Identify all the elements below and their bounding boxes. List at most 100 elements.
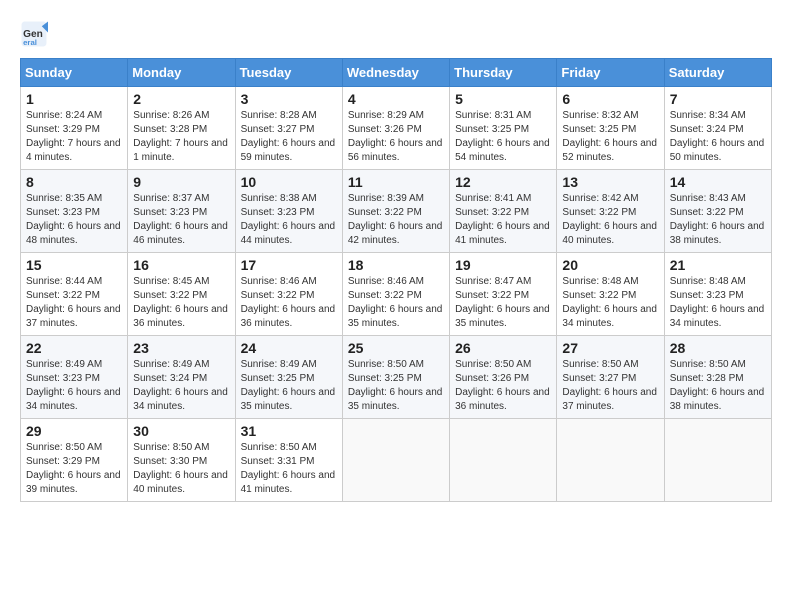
- day-number: 15: [26, 257, 122, 273]
- day-number: 1: [26, 91, 122, 107]
- day-detail: Sunrise: 8:49 AMSunset: 3:24 PMDaylight:…: [133, 358, 229, 414]
- day-number: 7: [670, 91, 766, 107]
- calendar-cell: 22 Sunrise: 8:49 AMSunset: 3:23 PMDayligh…: [21, 336, 128, 419]
- header-saturday: Saturday: [664, 59, 771, 87]
- day-detail: Sunrise: 8:42 AMSunset: 3:22 PMDaylight:…: [562, 192, 658, 248]
- day-detail: Sunrise: 8:49 AMSunset: 3:23 PMDaylight:…: [26, 358, 122, 414]
- calendar-cell: [450, 419, 557, 502]
- day-detail: Sunrise: 8:50 AMSunset: 3:26 PMDaylight:…: [455, 358, 551, 414]
- day-detail: Sunrise: 8:50 AMSunset: 3:28 PMDaylight:…: [670, 358, 766, 414]
- day-number: 8: [26, 174, 122, 190]
- day-detail: Sunrise: 8:39 AMSunset: 3:22 PMDaylight:…: [348, 192, 444, 248]
- calendar-cell: 13 Sunrise: 8:42 AMSunset: 3:22 PMDayligh…: [557, 170, 664, 253]
- day-number: 5: [455, 91, 551, 107]
- day-number: 23: [133, 340, 229, 356]
- day-detail: Sunrise: 8:44 AMSunset: 3:22 PMDaylight:…: [26, 275, 122, 331]
- day-detail: Sunrise: 8:31 AMSunset: 3:25 PMDaylight:…: [455, 109, 551, 165]
- day-number: 17: [241, 257, 337, 273]
- day-number: 21: [670, 257, 766, 273]
- day-number: 6: [562, 91, 658, 107]
- day-number: 10: [241, 174, 337, 190]
- day-detail: Sunrise: 8:43 AMSunset: 3:22 PMDaylight:…: [670, 192, 766, 248]
- day-number: 13: [562, 174, 658, 190]
- day-number: 9: [133, 174, 229, 190]
- calendar-cell: 26 Sunrise: 8:50 AMSunset: 3:26 PMDayligh…: [450, 336, 557, 419]
- calendar-cell: 3 Sunrise: 8:28 AMSunset: 3:27 PMDaylight…: [235, 87, 342, 170]
- calendar-cell: 20Sunrise: 8:48 AMSunset: 3:22 PMDayligh…: [557, 253, 664, 336]
- day-number: 29: [26, 423, 122, 439]
- calendar-cell: 28 Sunrise: 8:50 AMSunset: 3:28 PMDayligh…: [664, 336, 771, 419]
- day-detail: Sunrise: 8:37 AMSunset: 3:23 PMDaylight:…: [133, 192, 229, 248]
- week-row-3: 15 Sunrise: 8:44 AMSunset: 3:22 PMDayligh…: [21, 253, 772, 336]
- calendar-cell: 21Sunrise: 8:48 AMSunset: 3:23 PMDayligh…: [664, 253, 771, 336]
- day-detail: Sunrise: 8:50 AMSunset: 3:31 PMDaylight:…: [241, 441, 337, 497]
- day-detail: Sunrise: 8:50 AMSunset: 3:27 PMDaylight:…: [562, 358, 658, 414]
- calendar-cell: 25 Sunrise: 8:50 AMSunset: 3:25 PMDayligh…: [342, 336, 449, 419]
- day-detail: Sunrise: 8:35 AMSunset: 3:23 PMDaylight:…: [26, 192, 122, 248]
- day-number: 30: [133, 423, 229, 439]
- calendar-cell: 5 Sunrise: 8:31 AMSunset: 3:25 PMDaylight…: [450, 87, 557, 170]
- day-number: 26: [455, 340, 551, 356]
- day-detail: Sunrise: 8:38 AMSunset: 3:23 PMDaylight:…: [241, 192, 337, 248]
- day-detail: Sunrise: 8:46 AMSunset: 3:22 PMDaylight:…: [348, 275, 444, 331]
- day-detail: Sunrise: 8:50 AMSunset: 3:25 PMDaylight:…: [348, 358, 444, 414]
- header-sunday: Sunday: [21, 59, 128, 87]
- day-number: 22: [26, 340, 122, 356]
- header-wednesday: Wednesday: [342, 59, 449, 87]
- calendar-cell: 14 Sunrise: 8:43 AMSunset: 3:22 PMDayligh…: [664, 170, 771, 253]
- day-number: 31: [241, 423, 337, 439]
- calendar-cell: 12 Sunrise: 8:41 AMSunset: 3:22 PMDayligh…: [450, 170, 557, 253]
- logo-icon: Gen eral: [20, 20, 48, 48]
- week-row-5: 29Sunrise: 8:50 AMSunset: 3:29 PMDayligh…: [21, 419, 772, 502]
- day-number: 18: [348, 257, 444, 273]
- calendar-cell: 15 Sunrise: 8:44 AMSunset: 3:22 PMDayligh…: [21, 253, 128, 336]
- calendar-cell: [342, 419, 449, 502]
- day-detail: Sunrise: 8:47 AMSunset: 3:22 PMDaylight:…: [455, 275, 551, 331]
- calendar-cell: 10 Sunrise: 8:38 AMSunset: 3:23 PMDayligh…: [235, 170, 342, 253]
- calendar-cell: 9 Sunrise: 8:37 AMSunset: 3:23 PMDaylight…: [128, 170, 235, 253]
- page-header: Gen eral: [20, 20, 772, 48]
- day-number: 12: [455, 174, 551, 190]
- day-number: 2: [133, 91, 229, 107]
- calendar-cell: 30Sunrise: 8:50 AMSunset: 3:30 PMDayligh…: [128, 419, 235, 502]
- week-row-1: 1Sunrise: 8:24 AMSunset: 3:29 PMDaylight…: [21, 87, 772, 170]
- day-detail: Sunrise: 8:41 AMSunset: 3:22 PMDaylight:…: [455, 192, 551, 248]
- calendar-header-row: SundayMondayTuesdayWednesdayThursdayFrid…: [21, 59, 772, 87]
- calendar-cell: 16 Sunrise: 8:45 AMSunset: 3:22 PMDayligh…: [128, 253, 235, 336]
- day-detail: Sunrise: 8:45 AMSunset: 3:22 PMDaylight:…: [133, 275, 229, 331]
- week-row-2: 8 Sunrise: 8:35 AMSunset: 3:23 PMDaylight…: [21, 170, 772, 253]
- calendar-cell: 29Sunrise: 8:50 AMSunset: 3:29 PMDayligh…: [21, 419, 128, 502]
- header-monday: Monday: [128, 59, 235, 87]
- calendar-cell: 7Sunrise: 8:34 AMSunset: 3:24 PMDaylight…: [664, 87, 771, 170]
- calendar-table: SundayMondayTuesdayWednesdayThursdayFrid…: [20, 58, 772, 502]
- day-number: 19: [455, 257, 551, 273]
- header-friday: Friday: [557, 59, 664, 87]
- day-number: 3: [241, 91, 337, 107]
- calendar-cell: 23 Sunrise: 8:49 AMSunset: 3:24 PMDayligh…: [128, 336, 235, 419]
- day-number: 14: [670, 174, 766, 190]
- day-number: 25: [348, 340, 444, 356]
- calendar-cell: 18 Sunrise: 8:46 AMSunset: 3:22 PMDayligh…: [342, 253, 449, 336]
- calendar-cell: [664, 419, 771, 502]
- calendar-cell: 4Sunrise: 8:29 AMSunset: 3:26 PMDaylight…: [342, 87, 449, 170]
- week-row-4: 22 Sunrise: 8:49 AMSunset: 3:23 PMDayligh…: [21, 336, 772, 419]
- calendar-cell: 11Sunrise: 8:39 AMSunset: 3:22 PMDayligh…: [342, 170, 449, 253]
- calendar-cell: 8 Sunrise: 8:35 AMSunset: 3:23 PMDaylight…: [21, 170, 128, 253]
- day-number: 24: [241, 340, 337, 356]
- header-thursday: Thursday: [450, 59, 557, 87]
- logo: Gen eral: [20, 20, 52, 48]
- day-detail: Sunrise: 8:48 AMSunset: 3:22 PMDaylight:…: [562, 275, 658, 331]
- calendar-cell: 27 Sunrise: 8:50 AMSunset: 3:27 PMDayligh…: [557, 336, 664, 419]
- calendar-cell: 6 Sunrise: 8:32 AMSunset: 3:25 PMDaylight…: [557, 87, 664, 170]
- day-number: 27: [562, 340, 658, 356]
- day-number: 16: [133, 257, 229, 273]
- day-detail: Sunrise: 8:46 AMSunset: 3:22 PMDaylight:…: [241, 275, 337, 331]
- day-detail: Sunrise: 8:28 AMSunset: 3:27 PMDaylight:…: [241, 109, 337, 165]
- day-detail: Sunrise: 8:32 AMSunset: 3:25 PMDaylight:…: [562, 109, 658, 165]
- calendar-cell: 17 Sunrise: 8:46 AMSunset: 3:22 PMDayligh…: [235, 253, 342, 336]
- header-tuesday: Tuesday: [235, 59, 342, 87]
- day-number: 28: [670, 340, 766, 356]
- day-detail: Sunrise: 8:29 AMSunset: 3:26 PMDaylight:…: [348, 109, 444, 165]
- calendar-cell: 1Sunrise: 8:24 AMSunset: 3:29 PMDaylight…: [21, 87, 128, 170]
- calendar-cell: 31 Sunrise: 8:50 AMSunset: 3:31 PMDayligh…: [235, 419, 342, 502]
